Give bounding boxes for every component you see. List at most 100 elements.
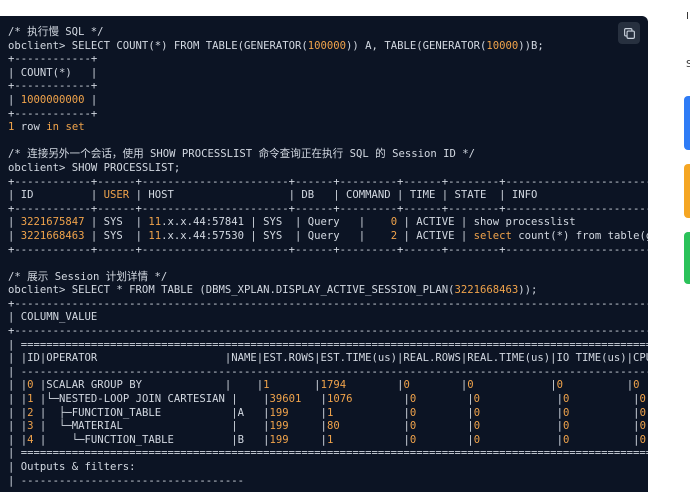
code-line: | Outputs & filters: — [8, 461, 648, 475]
code-number: 0 — [633, 379, 640, 392]
code-text: +------------+ — [8, 53, 98, 66]
side-accent-orange — [684, 164, 690, 218]
code-line: /* 执行慢 SQL */ — [8, 26, 648, 40]
code-text: | — [333, 406, 410, 419]
code-text: | |ID|OPERATOR |NAME|EST.ROWS|EST.TIME(u… — [8, 352, 648, 365]
code-number: 3221668463 — [20, 229, 85, 242]
code-line: +------------+ — [8, 108, 648, 122]
code-line: | |3 | └─MATERIAL | |199 |80 |0 |0 |0 |0 — [8, 420, 648, 434]
code-text: | — [301, 393, 327, 406]
code-line: | ======================================… — [8, 339, 648, 353]
code-line: +---------------------------------------… — [8, 325, 648, 339]
code-number: 3221675847 — [20, 216, 85, 229]
code-text: | — [288, 433, 327, 446]
code-content[interactable]: /* 执行慢 SQL */obclient> SELECT COUNT(*) F… — [8, 26, 648, 488]
code-number: 11 — [148, 229, 162, 242]
code-text: +------------+------+-------------------… — [8, 243, 648, 256]
code-text: | — [569, 433, 640, 446]
side-text-1: I — [686, 11, 689, 22]
code-line: +------------+------+-------------------… — [8, 176, 648, 190]
copy-icon — [623, 27, 635, 39]
code-text: | HOST | DB | COMMAND | TIME | STATE | I… — [129, 189, 538, 202]
code-number: 199 — [269, 433, 289, 446]
code-text: obclient> SELECT * FROM TABLE (DBMS_XPLA… — [8, 284, 455, 297]
code-line: obclient> SELECT * FROM TABLE (DBMS_XPLA… — [8, 284, 648, 298]
code-text: ))B; — [518, 39, 544, 52]
code-number: 10000 — [486, 39, 519, 52]
code-text: | — [480, 433, 563, 446]
code-number: 199 — [269, 406, 289, 419]
code-text: row — [14, 121, 47, 134]
code-text: obclient> SHOW PROCESSLIST; — [8, 161, 181, 174]
code-text: | | — [8, 420, 28, 433]
code-text: | — [8, 216, 21, 229]
code-text: | — [84, 93, 98, 106]
code-keyword: select — [473, 229, 512, 242]
code-text: )) A, TABLE(GENERATOR( — [346, 39, 487, 52]
code-line: | ======================================… — [8, 447, 648, 461]
code-text: | ACTIVE | — [397, 229, 474, 242]
code-text: | — [8, 229, 21, 242]
code-text: | | — [8, 406, 28, 419]
code-text: | └─FUNCTION_TABLE |B | — [33, 433, 270, 446]
side-accent-green — [684, 232, 690, 284]
code-text: obclient> SELECT COUNT(*) FROM TABLE(GEN… — [8, 39, 308, 52]
code-text: | SYS | — [84, 229, 149, 242]
code-line: +------------+ — [8, 80, 648, 94]
code-text: | ======================================… — [8, 447, 648, 460]
code-text: .x.x.44:57841 | SYS | Query | — [161, 216, 391, 229]
code-line: 1 row in set — [8, 121, 648, 135]
code-text: | | — [8, 433, 28, 446]
code-text: +------------+ — [8, 80, 98, 93]
code-text: | | — [8, 393, 28, 406]
copy-button[interactable] — [618, 22, 640, 44]
code-line: | |ID|OPERATOR |NAME|EST.ROWS|EST.TIME(u… — [8, 352, 648, 366]
code-text: | Outputs & filters: — [8, 461, 136, 473]
code-line: obclient> SELECT COUNT(*) FROM TABLE(GEN… — [8, 40, 648, 54]
code-line — [8, 257, 648, 271]
code-line: | COLUMN_VALUE — [8, 311, 648, 325]
code-text: | — [333, 433, 410, 446]
code-text: | — [352, 393, 410, 406]
code-text: count(*) from table(generator( — [518, 229, 648, 242]
code-text: | — [569, 406, 640, 419]
code-text: | ID | — [8, 189, 104, 202]
code-text: | — [288, 406, 327, 419]
code-line: | 3221668463 | SYS | 11.x.x.44:57530 | S… — [8, 230, 648, 244]
code-text: | | — [8, 379, 28, 392]
code-line: | ID | USER | HOST | DB | COMMAND | TIME… — [8, 189, 648, 203]
code-text: |SCALAR GROUP BY | | — [33, 379, 264, 392]
code-text: /* 展示 Session 计划详情 */ — [8, 270, 168, 283]
code-text: +------------+ — [8, 107, 98, 120]
code-text: | — [339, 420, 410, 433]
code-text: /* 执行慢 SQL */ — [8, 26, 104, 38]
code-text: | ACTIVE | show processlist — [397, 216, 576, 229]
code-line: +---------------------------------------… — [8, 298, 648, 312]
code-text: | — [480, 393, 563, 406]
code-text: | — [269, 379, 321, 392]
side-accent-blue — [684, 96, 690, 150]
side-text-2: S — [686, 59, 690, 70]
code-text: | SYS | — [84, 216, 149, 229]
code-text: | — [569, 420, 640, 433]
code-line: | |2 | ├─FUNCTION_TABLE |A |199 |1 |0 |0… — [8, 407, 648, 421]
code-text: | — [569, 393, 640, 406]
code-line: | |0 |SCALAR GROUP BY | |1 |1794 |0 |0 |… — [8, 379, 648, 393]
code-line: obclient> SHOW PROCESSLIST; — [8, 162, 648, 176]
code-text: /* 连接另外一个会话，使用 SHOW PROCESSLIST 命令查询正在执行… — [8, 148, 475, 161]
code-text: | └─MATERIAL | | — [33, 420, 270, 433]
code-number: 0 — [639, 420, 646, 433]
code-number: 0 — [639, 433, 646, 446]
code-block: /* 执行慢 SQL */obclient> SELECT COUNT(*) F… — [0, 16, 648, 492]
code-keyword: in — [46, 121, 60, 134]
code-line: | ----------------------------------- — [8, 475, 648, 489]
code-text: | — [416, 406, 474, 419]
code-text: | — [480, 406, 563, 419]
code-number: 0 — [639, 393, 646, 406]
code-line: +------------+------+-------------------… — [8, 244, 648, 258]
code-line: +------------+------+-------------------… — [8, 203, 648, 217]
code-line: +------------+ — [8, 53, 648, 67]
code-number: 199 — [269, 420, 289, 433]
code-text: +------------+------+-------------------… — [8, 175, 648, 188]
code-text: +---------------------------------------… — [8, 297, 648, 310]
